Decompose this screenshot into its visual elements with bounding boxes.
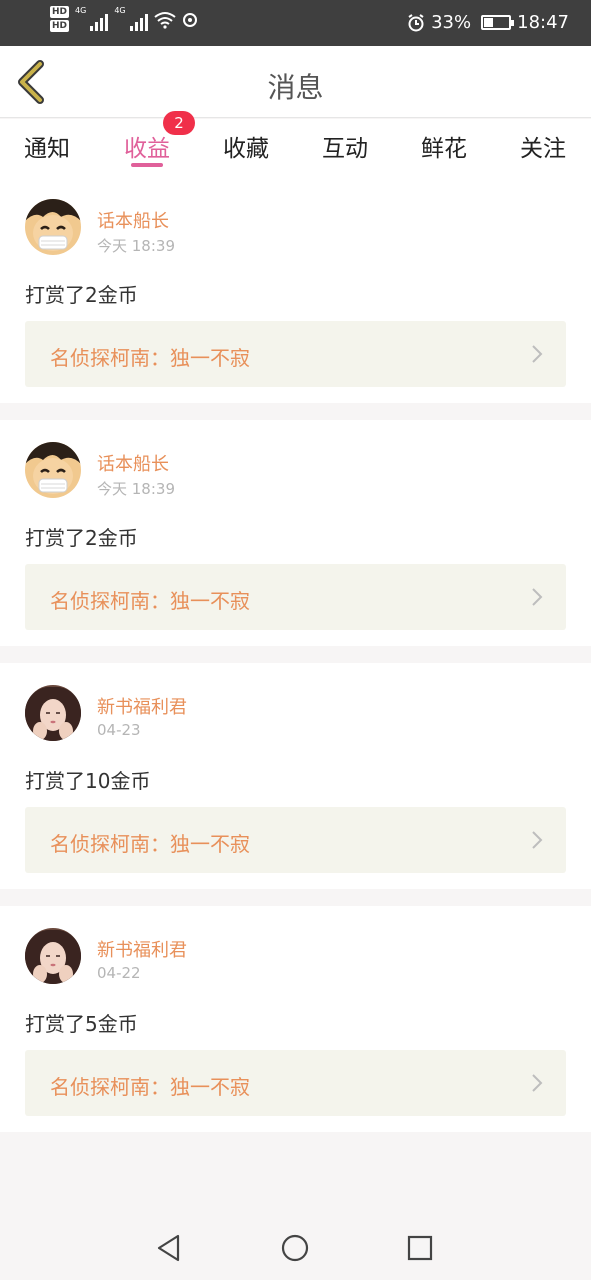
message-card: 话本船长 今天 18:39 打赏了2金币 名侦探柯南：独一不寂: [0, 420, 591, 646]
sender-name[interactable]: 新书福利君: [97, 936, 187, 962]
book-title: 名侦探柯南：独一不寂: [50, 589, 250, 613]
hd-label-2: HD: [50, 20, 70, 32]
message-card: 新书福利君 04-22 打赏了5金币 名侦探柯南：独一不寂: [0, 906, 591, 1132]
message-list: 话本船长 今天 18:39 打赏了2金币 名侦探柯南：独一不寂 话本船长 今天 …: [0, 177, 591, 1149]
home-circle-icon[interactable]: [280, 1233, 310, 1263]
clock: 18:47: [517, 12, 569, 33]
tab-favorites[interactable]: 收藏: [206, 129, 286, 163]
book-title: 名侦探柯南：独一不寂: [50, 1075, 250, 1099]
tab-following[interactable]: 关注: [503, 129, 583, 163]
wifi-icon: [153, 12, 176, 29]
book-reference[interactable]: 名侦探柯南：独一不寂: [25, 564, 566, 630]
network-label-2: 4G: [114, 6, 126, 15]
battery-level: [484, 18, 493, 27]
chevron-right-icon: [532, 345, 543, 363]
book-title: 名侦探柯南：独一不寂: [50, 832, 250, 856]
girl-photo-avatar[interactable]: [25, 928, 81, 984]
message-text: 打赏了2金币: [25, 526, 138, 550]
sender-name[interactable]: 话本船长: [97, 207, 169, 233]
anime-boy-avatar[interactable]: [25, 442, 81, 498]
message-time: 04-23: [97, 721, 141, 739]
battery-percent: 33%: [431, 12, 472, 33]
sync-icon: [182, 13, 197, 27]
message-text: 打赏了5金币: [25, 1012, 138, 1036]
message-card: 话本船长 今天 18:39 打赏了2金币 名侦探柯南：独一不寂: [0, 177, 591, 403]
tab-notifications[interactable]: 通知: [7, 129, 87, 163]
message-text: 打赏了2金币: [25, 283, 138, 307]
chevron-right-icon: [532, 831, 543, 849]
message-card: 新书福利君 04-23 打赏了10金币 名侦探柯南：独一不寂: [0, 663, 591, 889]
alarm-icon: [408, 13, 424, 31]
page-title: 消息: [267, 71, 324, 104]
status-right: 33% 18:47: [407, 12, 569, 33]
network-label-1: 4G: [75, 6, 87, 15]
message-time: 今天 18:39: [97, 237, 175, 255]
status-bar: HD HD 4G 4G 33% 18:47: [0, 0, 591, 46]
signal-icon: [129, 9, 148, 31]
message-text: 打赏了10金币: [25, 769, 151, 793]
battery-icon: [481, 15, 515, 30]
title-bar: 消息: [0, 46, 591, 118]
chevron-right-icon: [532, 588, 543, 606]
girl-photo-avatar[interactable]: [25, 685, 81, 741]
book-reference[interactable]: 名侦探柯南：独一不寂: [25, 321, 566, 387]
tab-bar: 通知 收益 2 收藏 互动 鲜花 关注: [0, 111, 591, 177]
chevron-right-icon: [532, 1074, 543, 1092]
anime-boy-avatar[interactable]: [25, 199, 81, 255]
message-time: 04-22: [97, 964, 141, 982]
book-title: 名侦探柯南：独一不寂: [50, 346, 250, 370]
recents-square-icon[interactable]: [405, 1233, 435, 1263]
message-time: 今天 18:39: [97, 480, 175, 498]
book-reference[interactable]: 名侦探柯南：独一不寂: [25, 1050, 566, 1116]
back-triangle-icon[interactable]: [154, 1233, 184, 1263]
status-left: HD HD 4G 4G: [50, 6, 198, 34]
hd-indicator: HD HD: [50, 6, 70, 34]
system-nav-bar: [0, 1215, 591, 1280]
tab-flowers[interactable]: 鲜花: [404, 129, 484, 163]
signal-icon: [90, 9, 109, 31]
sender-name[interactable]: 话本船长: [97, 450, 169, 476]
hd-label-1: HD: [50, 6, 70, 18]
sender-name[interactable]: 新书福利君: [97, 693, 187, 719]
book-reference[interactable]: 名侦探柯南：独一不寂: [25, 807, 566, 873]
tab-interactions[interactable]: 互动: [305, 129, 385, 163]
active-tab-indicator: [131, 163, 163, 167]
unread-badge: 2: [163, 111, 195, 135]
